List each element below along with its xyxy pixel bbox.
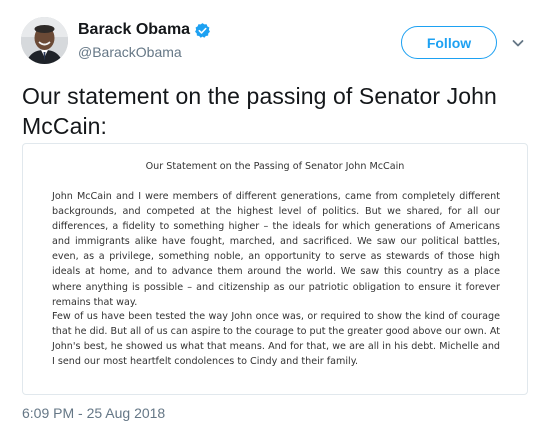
attached-statement-image[interactable]: Our Statement on the Passing of Senator … <box>22 143 528 395</box>
avatar-photo <box>21 17 68 64</box>
follow-button[interactable]: Follow <box>401 26 497 59</box>
statement-paragraph-1: John McCain and I were members of differ… <box>52 191 500 308</box>
author-avatar[interactable] <box>21 17 68 64</box>
author-display-name[interactable]: Barack Obama <box>78 21 190 39</box>
tweet-text: Our statement on the passing of Senator … <box>22 83 497 139</box>
statement-paragraph-2: Few of us have been tested the way John … <box>52 311 500 368</box>
verified-badge-icon <box>194 22 211 39</box>
chevron-down-icon[interactable] <box>511 36 525 50</box>
statement-title: Our Statement on the Passing of Senator … <box>145 161 405 172</box>
author-name-row: Barack Obama <box>78 21 211 39</box>
author-handle[interactable]: @BarackObama <box>78 44 182 60</box>
tweet-timestamp[interactable]: 6:09 PM - 25 Aug 2018 <box>22 405 165 421</box>
